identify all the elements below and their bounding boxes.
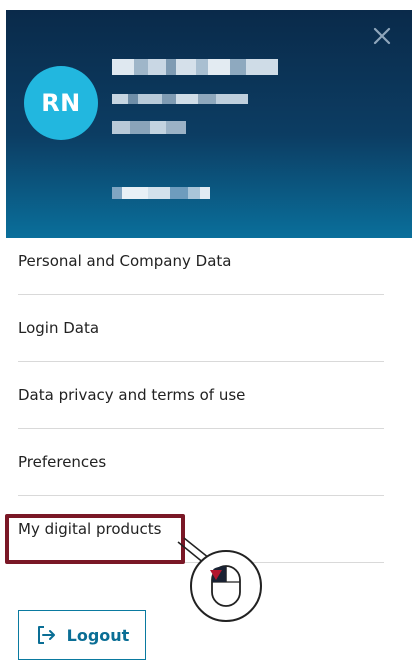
menu-item-preferences[interactable]: Preferences: [18, 429, 384, 496]
redacted-email: [112, 187, 210, 199]
profile-header: RN: [6, 10, 412, 238]
menu-item-personal-company-data[interactable]: Personal and Company Data: [18, 228, 384, 295]
avatar: RN: [24, 66, 98, 140]
logout-button[interactable]: Logout: [18, 610, 146, 660]
menu-item-data-privacy[interactable]: Data privacy and terms of use: [18, 362, 384, 429]
menu-item-label: Data privacy and terms of use: [18, 386, 246, 404]
account-menu: Personal and Company Data Login Data Dat…: [18, 228, 384, 563]
mouse-click-callout-icon: [177, 537, 262, 622]
close-icon[interactable]: [370, 24, 394, 48]
logout-icon: [37, 626, 55, 644]
logout-label: Logout: [66, 625, 130, 645]
avatar-initials: RN: [41, 89, 81, 117]
redacted-user-name: [112, 59, 278, 75]
redacted-company: [112, 94, 248, 104]
menu-item-label: Preferences: [18, 453, 107, 471]
redacted-location: [112, 121, 186, 134]
menu-item-label: Login Data: [18, 319, 100, 337]
menu-item-login-data[interactable]: Login Data: [18, 295, 384, 362]
menu-item-label: Personal and Company Data: [18, 252, 232, 270]
highlight-frame: [5, 514, 185, 564]
